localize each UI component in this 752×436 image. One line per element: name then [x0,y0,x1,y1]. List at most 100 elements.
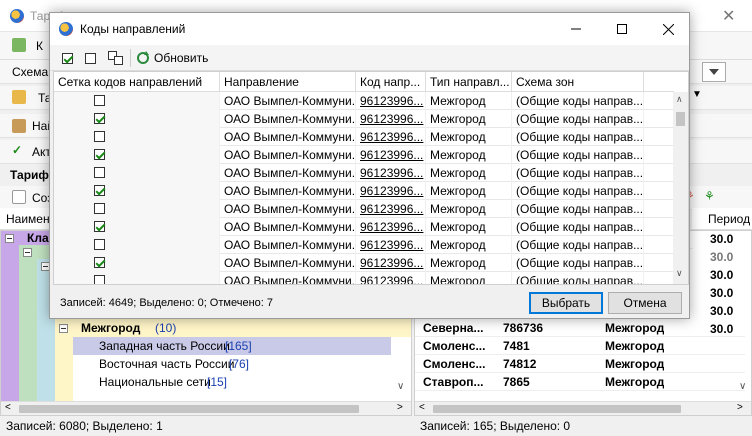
dialog-footer: Записей: 4649; Выделено: 0; Отмечено: 7 … [50,287,689,320]
period-cell: 30.0 [710,232,734,246]
codes-grid: Сетка кодов направлений Направление Код … [53,71,689,285]
row-checkbox[interactable] [94,239,105,250]
grid-row[interactable]: ОАО Вымпел-Коммуни... 96123996... Межгород… [54,236,674,254]
tree-item[interactable]: Западная часть России [165] [73,337,391,355]
close-button[interactable] [645,13,691,45]
find-icon[interactable] [12,119,26,133]
row-checkbox[interactable] [94,95,105,106]
horizontal-scrollbar[interactable]: < > [415,401,751,415]
row-checkbox[interactable] [94,221,105,232]
mezhgorod-row[interactable]: Межгород (10) [55,319,411,337]
zone-cell: (Общие коды направ... [512,254,644,272]
folder-icon[interactable] [12,90,26,104]
row-checkbox[interactable] [94,185,105,196]
grid-row[interactable]: ОАО Вымпел-Коммуни... 96123996... Межгород… [54,272,674,284]
grid-row[interactable]: ОАО Вымпел-Коммуни... 96123996... Межгород… [54,200,674,218]
invert-check-button[interactable] [108,49,124,67]
refresh-button[interactable]: Обновить [136,49,208,67]
grid-row[interactable]: Смоленс... 74812 Межгород [415,355,745,373]
grid-row[interactable]: ОАО Вымпел-Коммуни... 96123996... Межгород… [54,164,674,182]
level-band [1,231,19,415]
row-checkbox[interactable] [94,131,105,142]
chevron-down-icon[interactable]: ▼ [692,89,702,100]
tree-icon-2[interactable]: ⚘ [704,189,715,203]
grid-row[interactable]: ОАО Вымпел-Коммуни... 96123996... Межгород… [54,128,674,146]
toolbar-separator [130,49,131,67]
scroll-left-icon[interactable]: < [419,402,425,413]
period-cell: 30.0 [710,322,734,336]
horizontal-scrollbar[interactable]: < > [1,401,411,415]
grid-row[interactable]: ОАО Вымпел-Коммуни... 96123996... Межгород… [54,146,674,164]
toolbar-label[interactable]: К [36,39,43,53]
cancel-button[interactable]: Отмена [608,292,682,314]
collapse-icon[interactable] [5,234,14,243]
code-cell: 96123996... [356,146,426,164]
grid-row[interactable]: ОАО Вымпел-Коммуни... 96123996... Межгород… [54,182,674,200]
checkbox-cell [54,200,220,218]
scroll-thumb[interactable] [19,405,359,413]
grid-row[interactable]: ОАО Вымпел-Коммуни... 96123996... Межгород… [54,218,674,236]
scroll-thumb[interactable] [433,405,681,413]
column-header[interactable]: Схема зон [512,72,644,92]
scroll-left-icon[interactable]: < [5,402,11,413]
row-checkbox[interactable] [94,149,105,160]
period-column-lower: 30.0 [708,320,752,410]
document-icon[interactable] [12,190,26,204]
maximize-button[interactable] [599,13,645,45]
checkbox-cell [54,218,220,236]
zone-cell: (Общие коды направ... [512,182,644,200]
scroll-up-icon[interactable]: ∧ [676,94,683,105]
period-column: 30.0 30.0 30.0 30.0 30.0 [708,230,752,320]
scroll-thumb[interactable] [676,112,685,126]
select-button[interactable]: Выбрать [529,292,603,314]
tree-item[interactable]: Национальные сети [15] [73,373,391,391]
zone-cell: (Общие коды направ... [512,272,644,284]
checkbox-cell [54,254,220,272]
period-cell: 30.0 [710,250,734,264]
code-cell: 96123996... [356,128,426,146]
tree-item-count: [165] [225,339,252,353]
scroll-right-icon[interactable]: > [397,402,403,413]
period-cell: 30.0 [710,304,734,318]
dialog-toolbar: Обновить [50,45,689,71]
column-header[interactable]: Тип направл... [426,72,512,92]
zone-cell: (Общие коды направ... [512,146,644,164]
schema-dropdown[interactable] [702,62,726,82]
grid-row[interactable]: ОАО Вымпел-Коммуни... 96123996... Межгород… [54,92,674,110]
toolbar-icon[interactable] [12,38,26,52]
check-all-button[interactable] [62,49,73,67]
status-bar-left: Записей: 6080; Выделено: 1 [0,416,412,436]
scroll-down-icon[interactable]: ∨ [397,381,404,392]
type-cell: Межгород [426,236,512,254]
row-checkbox[interactable] [94,257,105,268]
column-header[interactable]: Сетка кодов направлений [54,72,220,92]
vertical-scrollbar[interactable]: ∧ ∨ [673,92,688,284]
close-icon[interactable]: ✕ [722,6,735,26]
tree-item[interactable]: Восточная часть России [76] [73,355,391,373]
row-checkbox[interactable] [94,275,105,284]
checkbox-cell [54,110,220,128]
minimize-button[interactable] [553,13,599,45]
type-cell: Межгород [426,146,512,164]
collapse-icon[interactable] [23,248,32,257]
cell: 74812 [503,357,537,371]
collapse-icon[interactable] [59,324,68,333]
period-cell: 30.0 [710,268,734,282]
column-header[interactable]: Код напр... [356,72,426,92]
direction-cell: ОАО Вымпел-Коммуни... [220,182,356,200]
type-cell: Межгород [426,200,512,218]
grid-row[interactable]: Смоленс... 7481 Межгород [415,337,745,355]
grid-row[interactable]: ОАО Вымпел-Коммуни... 96123996... Межгород… [54,254,674,272]
grid-row[interactable]: Северна... 786736 Межгород [415,319,745,337]
row-checkbox[interactable] [94,203,105,214]
row-checkbox[interactable] [94,113,105,124]
column-header[interactable]: Направление [220,72,356,92]
row-checkbox[interactable] [94,167,105,178]
grid-row[interactable]: Ставроп... 7865 Межгород [415,373,745,391]
grid-row[interactable]: ОАО Вымпел-Коммуни... 96123996... Межгород… [54,110,674,128]
status-bar-right: Записей: 165; Выделено: 0 [414,416,752,436]
uncheck-all-button[interactable] [85,49,96,67]
scroll-down-icon[interactable]: ∨ [676,268,683,279]
refresh-icon [137,51,149,64]
period-cell: 30.0 [710,286,734,300]
